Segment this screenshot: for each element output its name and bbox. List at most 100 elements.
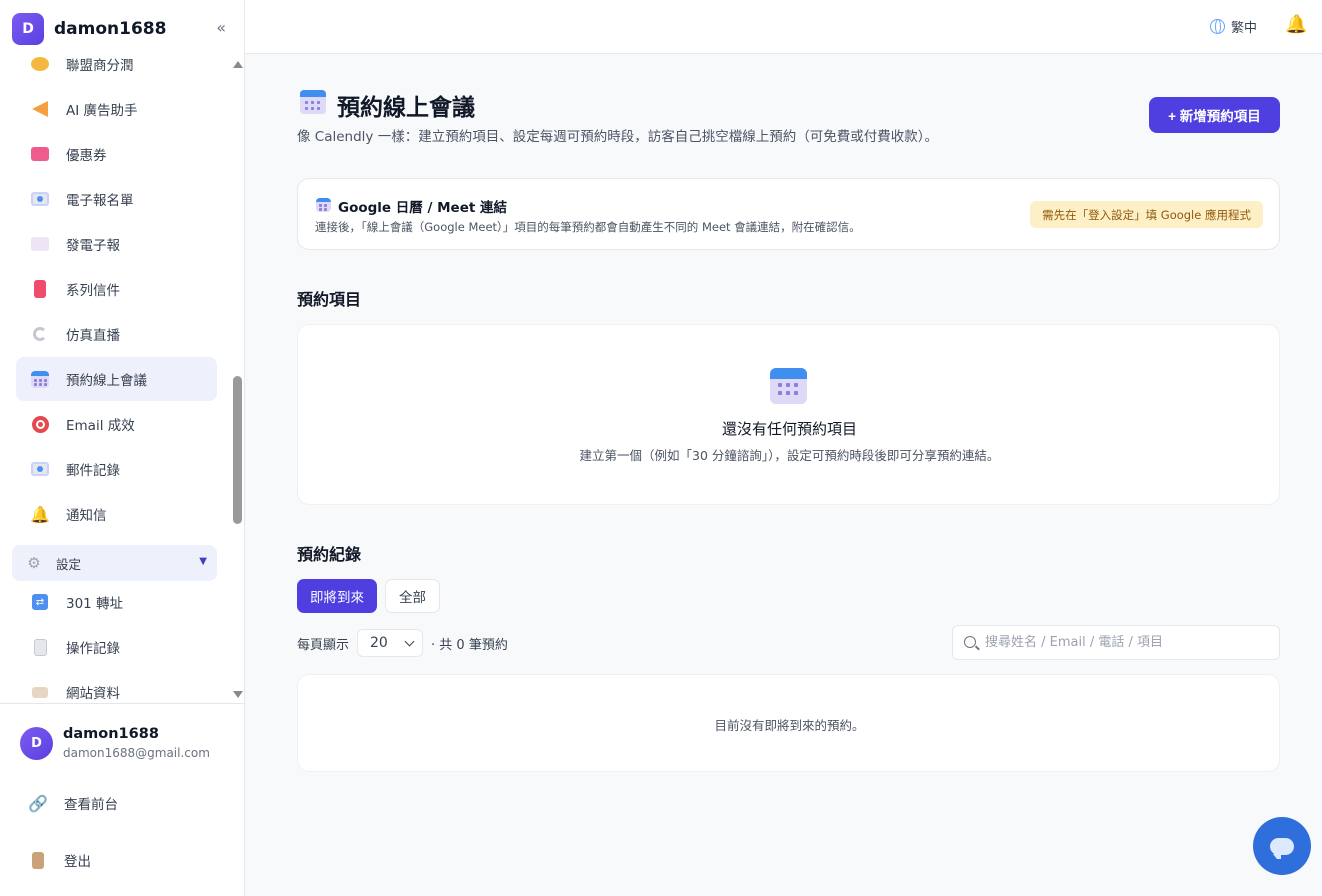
sidebar-item-activity-log[interactable]: 操作記錄 [16, 625, 217, 669]
sidebar-item-label: 優惠券 [66, 148, 107, 164]
total-count: · 共 0 筆預約 [431, 637, 508, 653]
page-description: 像 Calendly 一樣：建立預約項目、設定每週可預約時段，訪客自己挑空檔線上… [297, 129, 938, 145]
sidebar: D damon1688 « 聯盟商分潤 AI 廣告助手 優惠券 電子報名單 發電… [0, 0, 245, 896]
chat-button[interactable] [1253, 817, 1311, 875]
scroll-down-arrow[interactable] [233, 691, 243, 698]
top-bar: 繁中 🔔 [245, 0, 1322, 54]
sidebar-item-mail-log[interactable]: 郵件記錄 [16, 447, 217, 491]
sidebar-item-sequence[interactable]: 系列信件 [16, 267, 217, 311]
brand-avatar: D [12, 13, 44, 45]
calendar-icon [770, 368, 807, 404]
empty-description: 建立第一個（例如「30 分鐘諮詢」），設定可預約時段後即可分享預約連結。 [579, 448, 1000, 463]
view-front-label: 查看前台 [64, 797, 118, 813]
per-page-label: 每頁顯示 [297, 637, 350, 653]
sidebar-item-label: AI 廣告助手 [66, 103, 138, 119]
sidebar-item-site-info[interactable]: 網站資料 [16, 670, 217, 702]
sidebar-item-label: 系列信件 [66, 283, 120, 299]
caret-down-icon: ▼ [199, 556, 207, 567]
sidebar-item-redirect[interactable]: ⇄ 301 轉址 [16, 580, 217, 624]
search-box [952, 625, 1280, 660]
records-tabs: 即將到來 全部 [297, 579, 448, 613]
sidebar-item-label: 聯盟商分潤 [66, 58, 134, 74]
per-page-select[interactable]: 20 [357, 629, 424, 657]
sidebar-item-email-performance[interactable]: Email 成效 [16, 402, 217, 446]
target-icon [30, 414, 50, 434]
sidebar-group-settings[interactable]: ⚙ 設定 ▼ [12, 545, 217, 581]
calendar-icon [300, 90, 326, 114]
records-list: 目前沒有即將到來的預約。 [297, 674, 1280, 772]
user-email: damon1688@gmail.com [63, 746, 210, 760]
per-page-value: 20 [370, 635, 388, 651]
booking-items-empty-state: 還沒有任何預約項目 建立第一個（例如「30 分鐘諮詢」），設定可預約時段後即可分… [297, 324, 1280, 505]
sidebar-item-label: 預約線上會議 [66, 373, 147, 389]
email-log-icon [30, 459, 50, 479]
notification-bell-icon[interactable]: 🔔 [1285, 14, 1307, 35]
mailbox-icon [30, 279, 50, 299]
tab-all[interactable]: 全部 [385, 579, 440, 613]
sidebar-item-send-newsletter[interactable]: 發電子報 [16, 222, 217, 266]
empty-title: 還沒有任何預約項目 [721, 420, 857, 438]
sidebar-item-affiliate[interactable]: 聯盟商分潤 [16, 48, 217, 86]
door-icon [28, 850, 48, 870]
sidebar-item-ai-ads[interactable]: AI 廣告助手 [16, 87, 217, 131]
sidebar-item-notification[interactable]: 🔔 通知信 [16, 492, 217, 536]
shuffle-icon: ⇄ [30, 592, 50, 612]
page-title: 預約線上會議 [337, 95, 475, 121]
clipboard-icon [30, 637, 50, 657]
search-input[interactable] [985, 626, 1275, 659]
sidebar-item-label: 郵件記錄 [66, 463, 120, 479]
records-empty-message: 目前沒有即將到來的預約。 [714, 718, 865, 733]
ticket-icon [30, 144, 50, 164]
chevron-down-icon [404, 636, 415, 647]
language-label: 繁中 [1231, 21, 1258, 36]
handshake-icon [30, 54, 50, 74]
sidebar-item-coupons[interactable]: 優惠券 [16, 132, 217, 176]
calendar-icon [316, 198, 331, 212]
sidebar-item-label: 發電子報 [66, 238, 120, 254]
email-list-icon [30, 189, 50, 209]
satellite-icon [30, 324, 50, 344]
user-profile: D damon1688 damon1688@gmail.com 🔗 查看前台 登… [0, 703, 245, 896]
language-switcher[interactable]: 繁中 [1210, 17, 1257, 36]
link-icon: 🔗 [28, 793, 48, 813]
sidebar-item-newsletter-list[interactable]: 電子報名單 [16, 177, 217, 221]
avatar[interactable]: D [20, 727, 53, 760]
sidebar-item-label: 301 轉址 [66, 596, 124, 612]
booking-items-title: 預約項目 [297, 290, 362, 309]
megaphone-icon [30, 99, 50, 119]
brand-name: damon1688 [54, 19, 167, 39]
view-front-link[interactable]: 🔗 查看前台 [28, 793, 118, 814]
user-name: damon1688 [63, 726, 159, 742]
collapse-sidebar-icon[interactable]: « [216, 18, 226, 37]
sidebar-item-label: 通知信 [66, 508, 107, 524]
tab-upcoming[interactable]: 即將到來 [297, 579, 377, 613]
google-card-title: Google 日曆 / Meet 連結 [338, 200, 508, 216]
sidebar-item-label: 網站資料 [66, 686, 120, 702]
sidebar-nav: 聯盟商分潤 AI 廣告助手 優惠券 電子報名單 發電子報 系列信件 仿真直播 預… [0, 48, 230, 702]
bell-icon: 🔔 [30, 504, 50, 524]
sidebar-item-label: 電子報名單 [66, 193, 134, 209]
add-booking-item-button[interactable]: + 新增預約項目 [1149, 97, 1280, 133]
google-calendar-card: Google 日曆 / Meet 連結 連接後，「線上會議（Google Mee… [297, 178, 1280, 250]
logout-label: 登出 [64, 854, 91, 870]
sidebar-scrollbar-thumb[interactable] [233, 376, 242, 524]
booking-records-title: 預約紀錄 [297, 545, 362, 564]
sidebar-item-label: Email 成效 [66, 418, 135, 434]
signpost-icon [30, 682, 50, 702]
calendar-icon [30, 369, 50, 389]
sidebar-item-live[interactable]: 仿真直播 [16, 312, 217, 356]
envelope-icon [30, 234, 50, 254]
chat-bubble-icon [1270, 837, 1294, 859]
brand[interactable]: D damon1688 « [12, 12, 234, 46]
logout-link[interactable]: 登出 [28, 850, 91, 870]
status-badge: 需先在「登入設定」填 Google 應用程式 [1030, 201, 1263, 228]
sidebar-item-label: 操作記錄 [66, 641, 120, 657]
sidebar-group-label: 設定 [56, 556, 82, 572]
search-icon [964, 636, 976, 648]
scroll-up-arrow[interactable] [233, 61, 243, 68]
globe-icon [1210, 19, 1225, 34]
sidebar-item-booking[interactable]: 預約線上會議 [16, 357, 217, 401]
sidebar-item-label: 仿真直播 [66, 328, 120, 344]
gear-icon: ⚙ [27, 554, 41, 572]
google-card-description: 連接後，「線上會議（Google Meet）」項目的每筆預約都會自動產生不同的 … [315, 220, 861, 234]
